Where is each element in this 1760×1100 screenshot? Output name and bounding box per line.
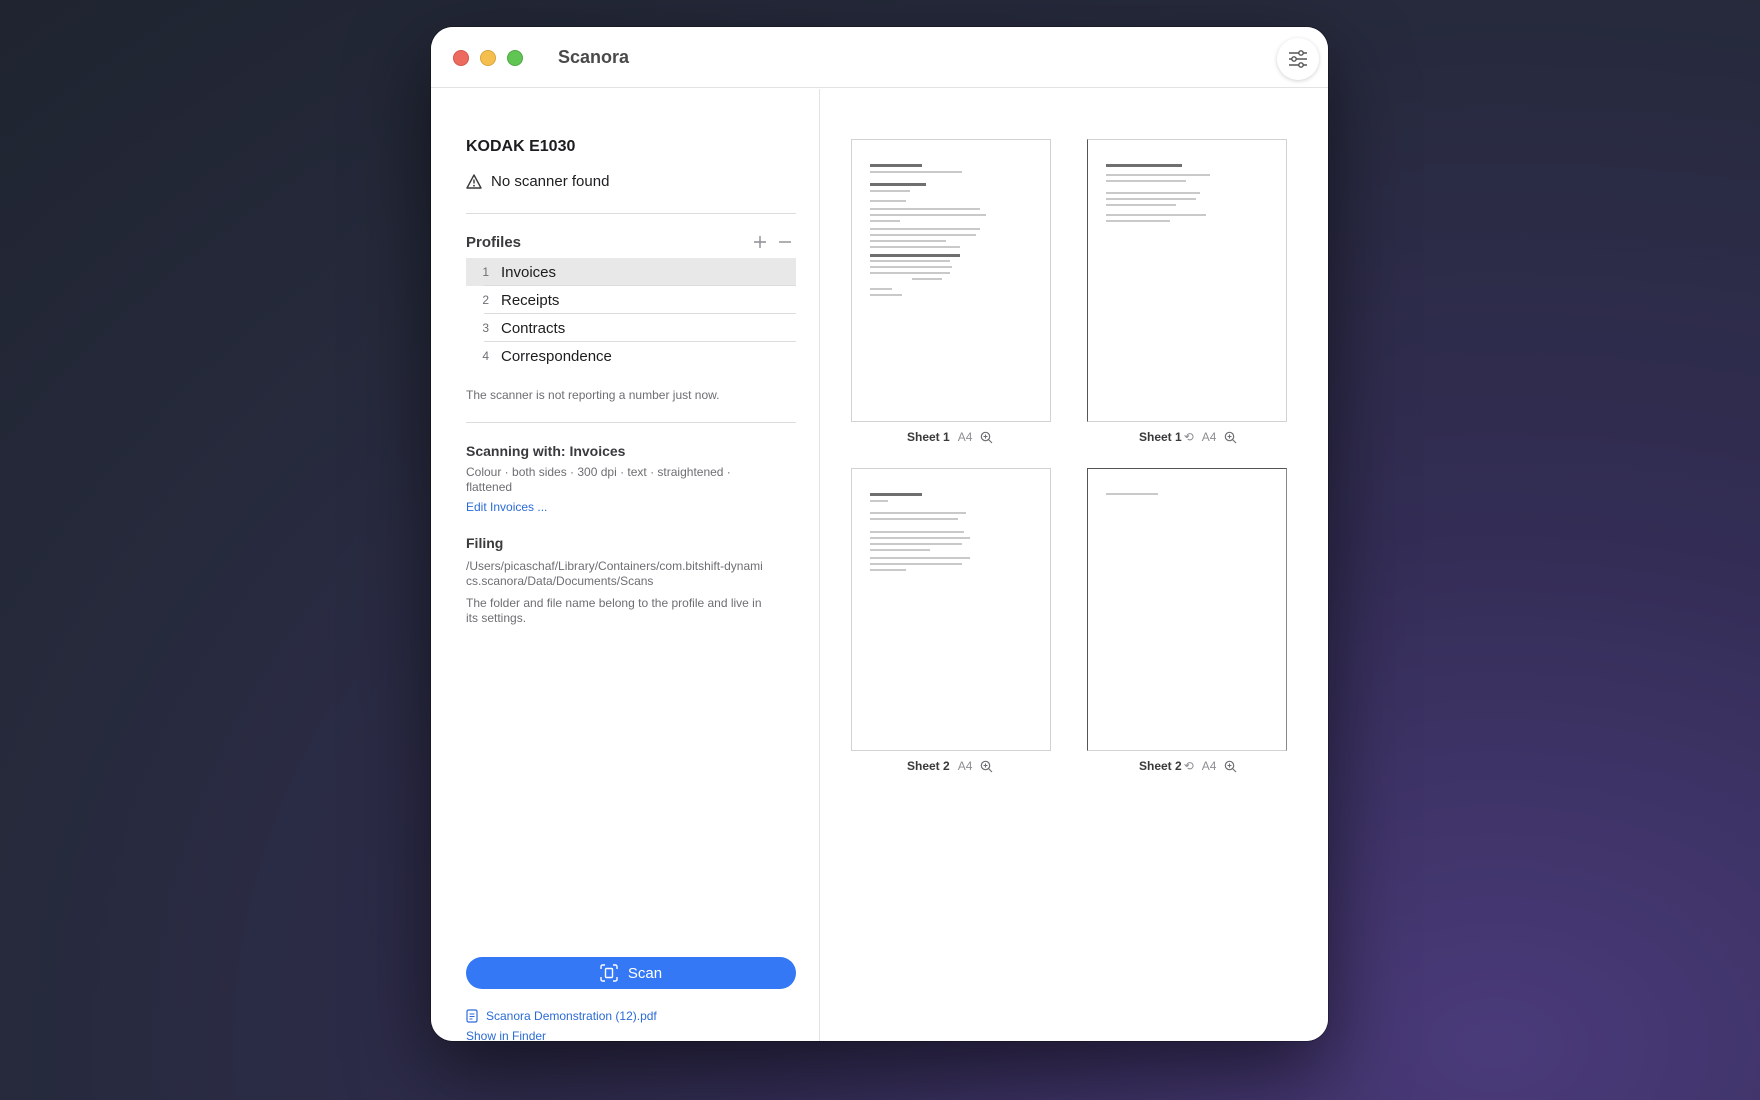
back-side-marker: ⟲	[1183, 430, 1194, 444]
sheet-caption: Sheet 1 A4	[907, 430, 993, 444]
filing-note: The folder and file name belong to the p…	[466, 596, 762, 625]
profile-note: The scanner is not reporting a number ju…	[466, 388, 720, 402]
profile-item-receipts[interactable]: 2 Receipts	[466, 286, 796, 314]
pdf-file-icon	[466, 1009, 478, 1023]
zoom-icon[interactable]	[1224, 760, 1237, 773]
scanner-status: No scanner found	[466, 173, 609, 190]
minimize-window-button[interactable]	[480, 50, 496, 66]
remove-profile-button[interactable]	[774, 231, 796, 253]
minus-icon	[779, 241, 791, 243]
sheet-name: Sheet 1	[907, 430, 950, 444]
scanning-summary: Colour · both sides · 300 dpi · text · s…	[466, 465, 731, 494]
scanner-name: KODAK E1030	[466, 138, 576, 155]
sheet-name: Sheet 1	[1139, 430, 1182, 444]
sheet-thumbnail[interactable]	[851, 139, 1051, 422]
profiles-header: Profiles	[466, 231, 796, 253]
profile-label: Contracts	[501, 319, 566, 337]
filing-path: /Users/picaschaf/Library/Containers/com.…	[466, 559, 763, 588]
scanning-title: Scanning with: Invoices	[466, 443, 626, 459]
zoom-icon[interactable]	[980, 431, 993, 444]
scan-button[interactable]: Scan	[466, 957, 796, 989]
sheet-size: A4	[957, 759, 973, 773]
sheet-caption: Sheet 1 ⟲ A4	[1139, 430, 1237, 444]
divider	[466, 422, 796, 423]
profile-item-correspondence[interactable]: 4 Correspondence	[466, 342, 796, 370]
sheet-caption: Sheet 2 A4	[907, 759, 993, 773]
sidebar: KODAK E1030 No scanner found Profiles 1 …	[431, 89, 820, 1041]
sheet-size: A4	[957, 430, 973, 444]
last-file-link[interactable]: Scanora Demonstration (12).pdf	[466, 1009, 657, 1023]
profile-list: 1 Invoices 2 Receipts 3 Contracts 4 Corr…	[466, 258, 796, 370]
profile-number: 3	[482, 321, 489, 335]
scanner-status-text: No scanner found	[491, 173, 610, 190]
sliders-icon	[1289, 50, 1307, 68]
scan-button-label: Scan	[627, 964, 663, 982]
profile-item-contracts[interactable]: 3 Contracts	[466, 314, 796, 342]
app-window: Scanora KODAK E1030 No scanner found Pro	[431, 27, 1328, 1041]
warning-icon	[466, 174, 482, 189]
profile-item-invoices[interactable]: 1 Invoices	[466, 258, 796, 286]
last-file-name: Scanora Demonstration (12).pdf	[486, 1009, 657, 1023]
show-in-finder-link[interactable]: Show in Finder	[466, 1029, 546, 1041]
close-window-button[interactable]	[453, 50, 469, 66]
document-scan-icon	[600, 964, 618, 982]
sheet-name: Sheet 2	[1139, 759, 1182, 773]
sheet-caption: Sheet 2 ⟲ A4	[1139, 759, 1237, 773]
sheet-thumbnail[interactable]	[1087, 468, 1287, 751]
sheet-grid: Sheet 1 A4 Sheet 1 ⟲ A4 Sheet 2 A4 Sheet…	[821, 89, 1328, 1041]
profile-number: 4	[482, 349, 489, 363]
filing-title: Filing	[466, 535, 504, 551]
edit-profile-link[interactable]: Edit Invoices ...	[466, 500, 547, 514]
back-side-marker: ⟲	[1183, 759, 1194, 773]
window-title: Scanora	[558, 47, 630, 67]
profile-label: Receipts	[501, 291, 560, 309]
profile-label: Invoices	[501, 263, 557, 281]
sheet-thumbnail[interactable]	[1087, 139, 1287, 422]
plus-icon	[754, 236, 766, 248]
sheet-size: A4	[1201, 759, 1217, 773]
sheet-name: Sheet 2	[907, 759, 950, 773]
profile-label: Correspondence	[501, 347, 612, 365]
sheet-size: A4	[1201, 430, 1217, 444]
profile-number: 2	[482, 293, 489, 307]
sheet-thumbnail[interactable]	[851, 468, 1051, 751]
profiles-title: Profiles	[466, 233, 522, 251]
zoom-icon[interactable]	[1224, 431, 1237, 444]
settings-button[interactable]	[1277, 38, 1319, 80]
divider	[466, 213, 796, 214]
profile-number: 1	[482, 265, 489, 279]
title-bar: Scanora	[431, 27, 1328, 88]
zoom-icon[interactable]	[980, 760, 993, 773]
zoom-window-button[interactable]	[507, 50, 523, 66]
add-profile-button[interactable]	[749, 231, 771, 253]
